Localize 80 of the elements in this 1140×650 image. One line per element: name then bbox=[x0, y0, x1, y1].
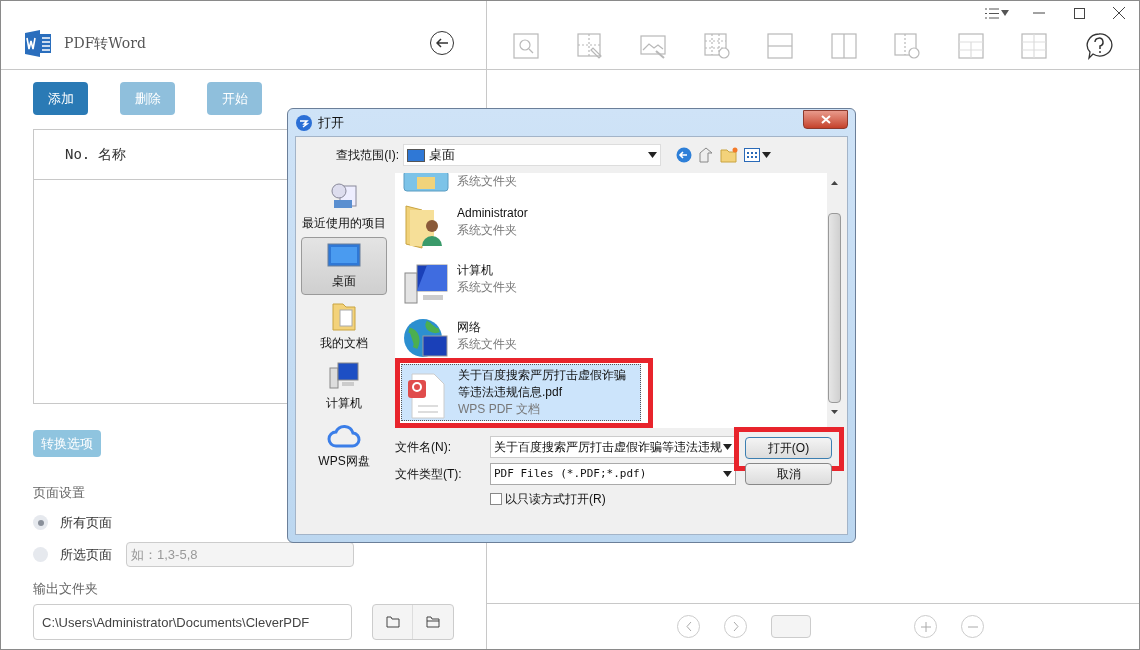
menu-button[interactable] bbox=[985, 7, 1009, 19]
maximize-icon bbox=[1073, 7, 1085, 19]
radio-button[interactable] bbox=[33, 547, 48, 562]
table-header-icon[interactable] bbox=[957, 33, 984, 59]
output-path-field[interactable]: C:\Users\Administrator\Documents\CleverPDF bbox=[33, 604, 352, 640]
scroll-up-icon[interactable] bbox=[831, 181, 838, 185]
dialog-title: 打开 bbox=[318, 113, 344, 132]
app-title: PDF转Word bbox=[64, 33, 146, 53]
minus-icon bbox=[967, 625, 978, 628]
filename-label: 文件名(N): bbox=[395, 439, 452, 456]
word-logo-icon bbox=[25, 29, 52, 57]
up-folder-icon[interactable] bbox=[698, 147, 714, 163]
place-item[interactable]: 我的文档 bbox=[301, 297, 387, 355]
page-number-field[interactable] bbox=[771, 615, 811, 638]
scroll-down-icon[interactable] bbox=[831, 410, 838, 414]
radio-label: 所有页面 bbox=[60, 513, 112, 532]
image-edit-icon[interactable] bbox=[640, 33, 667, 59]
grid-delete-icon[interactable] bbox=[703, 33, 730, 59]
section-label: 输出文件夹 bbox=[33, 579, 99, 598]
radio-button[interactable] bbox=[33, 515, 48, 530]
file-item[interactable]: Administrator 系统文件夹 bbox=[401, 193, 641, 250]
new-folder-icon[interactable] bbox=[720, 147, 738, 163]
pdf-file-icon bbox=[406, 372, 448, 420]
close-icon bbox=[820, 115, 831, 124]
column-header: 名称 bbox=[98, 145, 127, 164]
app-logo-icon bbox=[296, 114, 312, 131]
radio-label: 所选页面 bbox=[60, 545, 112, 564]
place-item[interactable]: 最近使用的项目 bbox=[301, 177, 387, 235]
table-edit-icon[interactable] bbox=[576, 33, 603, 59]
close-icon bbox=[1113, 7, 1125, 19]
place-item[interactable]: 计算机 bbox=[301, 357, 387, 415]
plus-icon bbox=[920, 621, 931, 632]
file-item[interactable]: 系统文件夹 bbox=[401, 173, 641, 193]
checkbox-label: 以只读方式打开(R) bbox=[505, 491, 606, 508]
caret-icon bbox=[648, 152, 657, 158]
look-in-label: 查找范围(I): bbox=[335, 147, 400, 164]
computer-icon bbox=[403, 261, 449, 307]
left-arrow-icon bbox=[436, 38, 448, 48]
chevron-left-icon bbox=[685, 621, 692, 632]
computer-icon bbox=[328, 360, 360, 392]
vertical-split-icon[interactable] bbox=[830, 33, 857, 59]
section-label: 页面设置 bbox=[33, 484, 86, 502]
grid-view-icon bbox=[744, 148, 760, 162]
search-icon[interactable] bbox=[513, 33, 539, 59]
place-item[interactable]: 桌面 bbox=[301, 237, 387, 295]
file-item[interactable]: 计算机 系统文件夹 bbox=[401, 250, 641, 307]
library-folder-icon bbox=[403, 173, 449, 193]
filetype-dropdown[interactable]: PDF Files (*.PDF;*.pdf) bbox=[490, 463, 736, 485]
chevron-right-icon bbox=[732, 621, 739, 632]
dialog-button[interactable]: 取消 bbox=[745, 463, 832, 485]
view-menu-button[interactable] bbox=[744, 148, 771, 162]
cloud-icon bbox=[327, 422, 361, 450]
page-range-field[interactable]: 如：1,3-5,8 bbox=[126, 542, 354, 567]
checkbox[interactable] bbox=[490, 493, 502, 505]
filetype-label: 文件类型(T): bbox=[395, 466, 463, 483]
menu-icon bbox=[985, 7, 999, 19]
caret-icon bbox=[762, 152, 771, 158]
caret-icon bbox=[1001, 10, 1009, 16]
scrollbar[interactable] bbox=[827, 173, 842, 428]
filename-field[interactable]: 关于百度搜索严厉打击虚假诈骗等违法违规 bbox=[490, 436, 736, 458]
desktop-icon bbox=[327, 242, 361, 270]
folder-icon bbox=[330, 300, 358, 332]
place-item[interactable]: WPS网盘 bbox=[301, 417, 387, 475]
folder-icon bbox=[385, 616, 400, 628]
column-delete-icon[interactable] bbox=[894, 33, 921, 59]
file-item[interactable]: 网络 系统文件夹 bbox=[401, 307, 641, 364]
open-folder-icon bbox=[426, 616, 440, 628]
look-in-dropdown[interactable]: 桌面 bbox=[403, 144, 661, 166]
table-columns-icon[interactable] bbox=[1021, 33, 1048, 59]
help-icon[interactable] bbox=[1084, 32, 1113, 60]
caret-icon bbox=[723, 444, 732, 450]
file-item[interactable]: 关于百度搜索严厉打击虚假诈骗等违法违规信息.pdf WPS PDF 文档 bbox=[401, 364, 641, 421]
horizontal-split-icon[interactable] bbox=[767, 33, 794, 59]
dialog-button[interactable]: 打开(O) bbox=[745, 437, 832, 459]
minimize-icon bbox=[1033, 12, 1045, 14]
desktop-icon bbox=[407, 148, 425, 162]
close-button[interactable] bbox=[803, 110, 848, 129]
caret-icon bbox=[723, 471, 732, 477]
column-header: No. bbox=[65, 145, 91, 164]
action-button[interactable]: 添加 bbox=[33, 82, 88, 115]
